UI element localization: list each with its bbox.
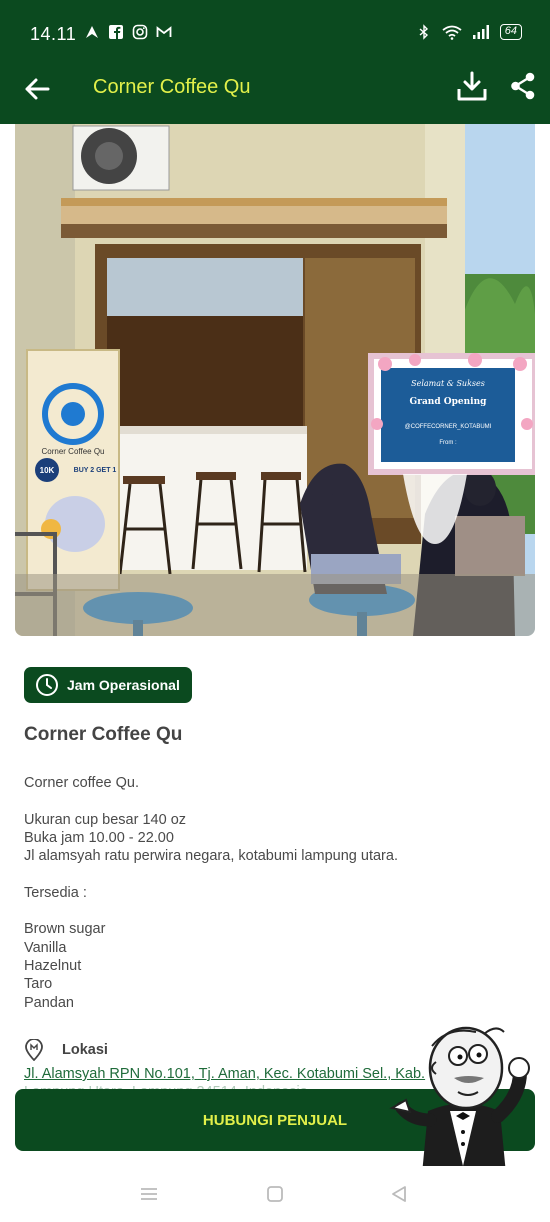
system-navigation-bar [0, 1166, 550, 1222]
signal-icon [472, 25, 489, 39]
share-icon[interactable] [510, 72, 536, 100]
description-line: Ukuran cup besar 140 oz [24, 811, 187, 828]
description-line [24, 902, 524, 920]
description-line: Brown sugar [24, 921, 106, 938]
board-line1-text: Selamat & Sukses [411, 379, 485, 388]
description-line: Tersedia : [24, 884, 87, 901]
gmail-icon [156, 26, 172, 37]
app-bar: Corner Coffee Qu [0, 62, 550, 124]
description-line: Vanilla [24, 939, 67, 956]
description-line [24, 865, 524, 883]
shop-title: Corner Coffee Qu [24, 724, 183, 745]
operating-hours-button[interactable]: Jam Operasional [24, 667, 192, 703]
board-line4-text: From : [439, 440, 457, 446]
clock-icon [36, 674, 58, 696]
contact-seller-label: HUBUNGI PENJUAL [202, 1111, 348, 1129]
battery-icon: 64 [499, 24, 522, 40]
description-line: Taro [24, 976, 53, 993]
address-link[interactable]: Jl. Alamsyah RPN No.101, Tj. Aman, Kec. … [24, 1066, 444, 1082]
description-line: Corner coffee Qu. [24, 775, 139, 791]
location-label: Lokasi [62, 1042, 108, 1058]
description-line: Jl alamsyah ratu perwira negara, kotabum… [24, 848, 398, 865]
status-bar: 14.11 64 [0, 0, 550, 62]
description-line [24, 792, 524, 810]
shop-photo[interactable]: Corner Coffee Qu 10K BUY 2 GET 1 Selamat… [15, 124, 535, 636]
description-line: Pandan [24, 994, 74, 1011]
operating-hours-label: Jam Operasional [67, 677, 180, 693]
back-triangle-icon[interactable] [388, 1184, 410, 1204]
shop-description: Corner coffee Qu. Ukuran cup besar 140 o… [24, 774, 524, 1012]
description-line: Buka jam 10.00 - 22.00 [24, 829, 174, 846]
board-line3-text: @COFFECORNER_KOTABUMI [405, 424, 492, 430]
status-system-icons: 64 [416, 24, 522, 40]
banner-brand-text: Corner Coffee Qu [42, 447, 105, 456]
facebook-icon [109, 25, 123, 39]
description-line: Hazelnut [24, 957, 82, 974]
wifi-icon [442, 25, 462, 40]
instagram-icon [132, 24, 148, 40]
navigation-icon [86, 26, 98, 38]
back-arrow-icon[interactable] [22, 74, 52, 104]
recent-apps-icon[interactable] [138, 1184, 160, 1204]
app-bar-title: Corner Coffee Qu [93, 76, 251, 98]
banner-price-text: 10K [40, 466, 55, 475]
status-notification-icons [84, 24, 172, 40]
download-icon[interactable] [456, 70, 488, 102]
location-heading: Lokasi [24, 1039, 108, 1061]
board-line2-text: Grand Opening [410, 397, 488, 407]
status-time: 14.11 [30, 24, 77, 44]
bluetooth-icon [419, 24, 428, 40]
location-pin-icon [25, 1039, 43, 1061]
home-icon[interactable] [264, 1184, 286, 1204]
banner-promo-text: BUY 2 GET 1 [74, 467, 117, 474]
